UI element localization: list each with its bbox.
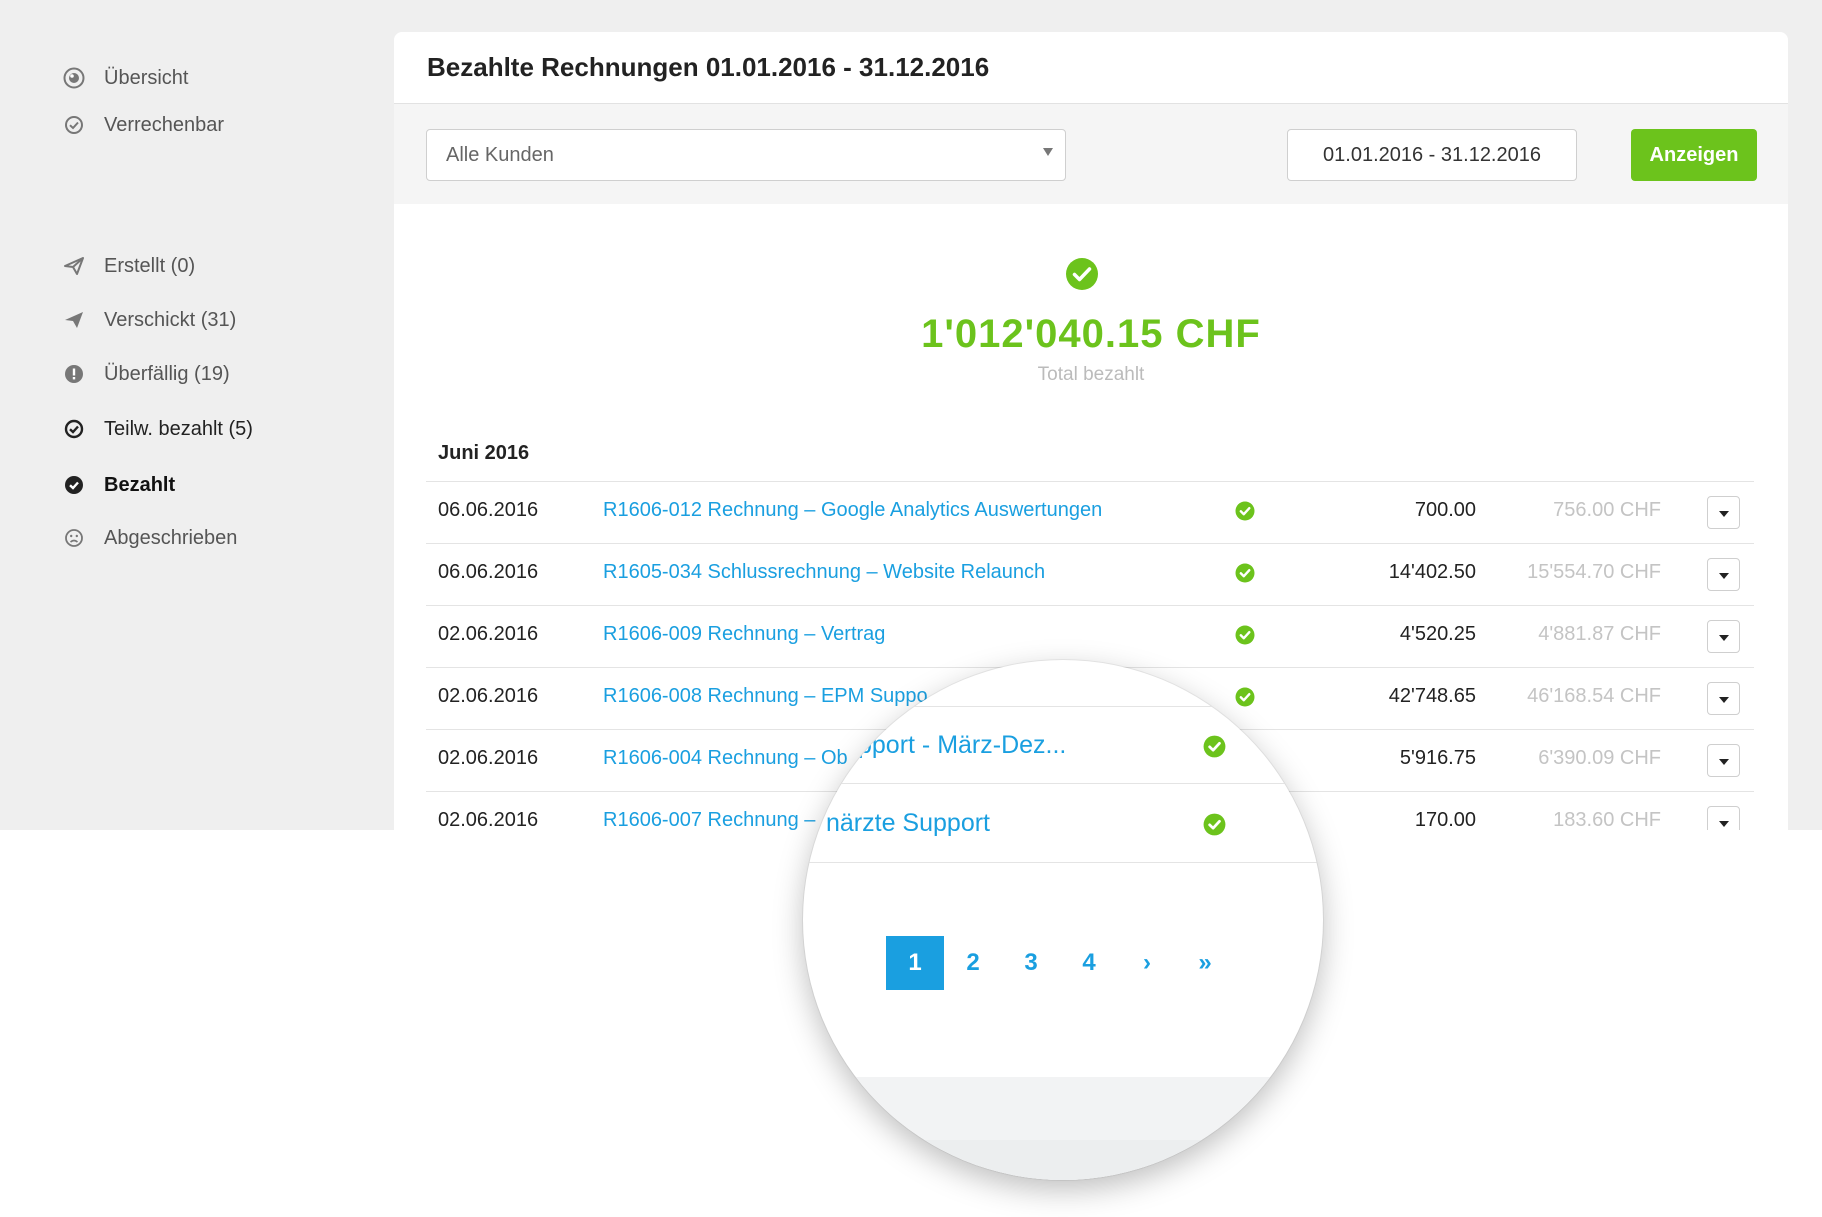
invoice-link[interactable]: R1606-009 Rechnung – Vertrag xyxy=(603,623,885,646)
row-actions-dropdown[interactable] xyxy=(1707,496,1740,529)
table-row: 06.06.2016 R1605-034 Schlussrechnung – W… xyxy=(426,543,1754,605)
sidebar-item-label: Übersicht xyxy=(104,66,189,89)
invoice-link[interactable]: R1605-034 Schlussrechnung – Website Rela… xyxy=(603,561,1045,584)
invoice-date: 02.06.2016 xyxy=(438,685,539,707)
table-row: 02.06.2016 R1606-009 Rechnung – Vertrag … xyxy=(426,605,1754,667)
magnified-footer-band xyxy=(803,1140,1323,1180)
sidebar-item-label: Verschickt (31) xyxy=(104,308,237,331)
sidebar-item-verschickt[interactable]: Verschickt (31) xyxy=(62,304,236,336)
invoice-total: 183.60 CHF xyxy=(1553,809,1661,830)
paid-amount: 170.00 xyxy=(1414,809,1476,830)
last-page-button[interactable]: » xyxy=(1176,936,1234,990)
row-actions-dropdown[interactable] xyxy=(1707,682,1740,715)
check-circle-icon xyxy=(1066,258,1098,290)
invoice-link[interactable]: R1606-008 Rechnung – EPM Suppo xyxy=(603,685,928,708)
check-circle-icon xyxy=(1203,735,1226,758)
magnified-row: närzte Support xyxy=(803,785,1323,863)
paid-amount: 4'520.25 xyxy=(1399,623,1476,645)
sidebar-item-label: Verrechenbar xyxy=(104,113,225,136)
invoice-total: 6'390.09 CHF xyxy=(1538,747,1661,769)
next-page-button[interactable]: › xyxy=(1118,936,1176,990)
row-actions-dropdown[interactable] xyxy=(1707,744,1740,777)
sidebar-item-erstellt[interactable]: Erstellt (0) xyxy=(62,250,195,282)
paid-amount: 42'748.65 xyxy=(1388,685,1476,707)
invoice-link[interactable]: R1606-012 Rechnung – Google Analytics Au… xyxy=(603,499,1102,522)
exclamation-circle-icon xyxy=(62,362,86,386)
total-paid-label: Total bezahlt xyxy=(1037,364,1145,385)
magnified-row: pport - März-Dez... xyxy=(803,706,1323,784)
check-circle-icon xyxy=(1203,813,1226,836)
paid-amount: 14'402.50 xyxy=(1388,561,1476,583)
magnified-invoice-link[interactable]: pport - März-Dez... xyxy=(858,731,1066,760)
paper-plane-outline-icon xyxy=(62,254,86,278)
date-range-input[interactable]: 01.01.2016 - 31.12.2016 xyxy=(1287,129,1577,181)
check-circle-icon xyxy=(1235,563,1255,583)
row-actions-dropdown[interactable] xyxy=(1707,620,1740,653)
paper-plane-icon xyxy=(62,308,86,332)
customer-select[interactable]: Alle Kunden xyxy=(426,129,1066,181)
invoice-link[interactable]: R1606-007 Rechnung – xyxy=(603,809,815,830)
month-heading: Juni 2016 xyxy=(438,442,530,464)
sidebar-item-label: Teilw. bezahlt (5) xyxy=(104,417,253,440)
total-paid-amount: 1'012'040.15 CHF xyxy=(921,312,1261,356)
sidebar-item-label: Erstellt (0) xyxy=(104,254,196,277)
sidebar: Übersicht Verrechenbar Erstellt (0) Vers… xyxy=(0,0,395,830)
check-circle-icon xyxy=(1235,501,1255,521)
row-actions-dropdown[interactable] xyxy=(1707,806,1740,830)
page-2-button[interactable]: 2 xyxy=(944,936,1002,990)
magnified-invoice-link[interactable]: närzte Support xyxy=(826,809,990,838)
check-circle-icon xyxy=(62,473,86,497)
invoice-total: 15'554.70 CHF xyxy=(1527,561,1661,583)
page-4-button[interactable]: 4 xyxy=(1060,936,1118,990)
page-1-button[interactable]: 1 xyxy=(886,936,944,990)
frown-icon xyxy=(62,526,86,550)
invoice-total: 756.00 CHF xyxy=(1553,499,1661,521)
pagination: 1 2 3 4 › » xyxy=(886,936,1234,990)
sidebar-item-uebersicht[interactable]: Übersicht xyxy=(62,62,188,94)
magnifier-lens: pport - März-Dez... närzte Support 1 2 3… xyxy=(803,660,1323,1180)
invoice-total: 46'168.54 CHF xyxy=(1527,685,1661,707)
caret-down-icon xyxy=(1043,148,1053,156)
invoice-date: 02.06.2016 xyxy=(438,809,539,830)
page-3-button[interactable]: 3 xyxy=(1002,936,1060,990)
sidebar-item-abgeschrieben[interactable]: Abgeschrieben xyxy=(62,522,237,554)
show-button[interactable]: Anzeigen xyxy=(1631,129,1757,181)
sidebar-item-label: Abgeschrieben xyxy=(104,526,238,549)
page-title: Bezahlte Rechnungen 01.01.2016 - 31.12.2… xyxy=(427,52,990,82)
table-row: 06.06.2016 R1606-012 Rechnung – Google A… xyxy=(426,481,1754,543)
invoice-date: 02.06.2016 xyxy=(438,623,539,645)
paid-amount: 700.00 xyxy=(1414,499,1476,521)
filter-bar: Alle Kunden 01.01.2016 - 31.12.2016 Anze… xyxy=(394,104,1788,204)
row-actions-dropdown[interactable] xyxy=(1707,558,1740,591)
check-circle-icon xyxy=(1235,625,1255,645)
date-range-value: 01.01.2016 - 31.12.2016 xyxy=(1323,143,1541,166)
sidebar-item-label: Überfällig (19) xyxy=(104,362,230,385)
sidebar-item-label: Bezahlt xyxy=(104,473,176,496)
sidebar-item-ueberfaellig[interactable]: Überfällig (19) xyxy=(62,358,230,390)
sidebar-item-verrechenbar[interactable]: Verrechenbar xyxy=(62,109,224,141)
sidebar-item-bezahlt[interactable]: Bezahlt xyxy=(62,469,175,501)
check-circle-outline-icon xyxy=(62,113,86,137)
invoice-date: 06.06.2016 xyxy=(438,499,539,521)
eye-icon xyxy=(62,66,86,90)
invoice-total: 4'881.87 CHF xyxy=(1538,623,1661,645)
customer-select-value: Alle Kunden xyxy=(446,143,554,166)
paid-amount: 5'916.75 xyxy=(1399,747,1476,769)
sidebar-item-teilw-bezahlt[interactable]: Teilw. bezahlt (5) xyxy=(62,413,253,445)
check-circle-outline-icon xyxy=(62,417,86,441)
card-header: Bezahlte Rechnungen 01.01.2016 - 31.12.2… xyxy=(394,32,1788,104)
check-circle-icon xyxy=(1235,687,1255,707)
invoice-date: 06.06.2016 xyxy=(438,561,539,583)
invoice-date: 02.06.2016 xyxy=(438,747,539,769)
